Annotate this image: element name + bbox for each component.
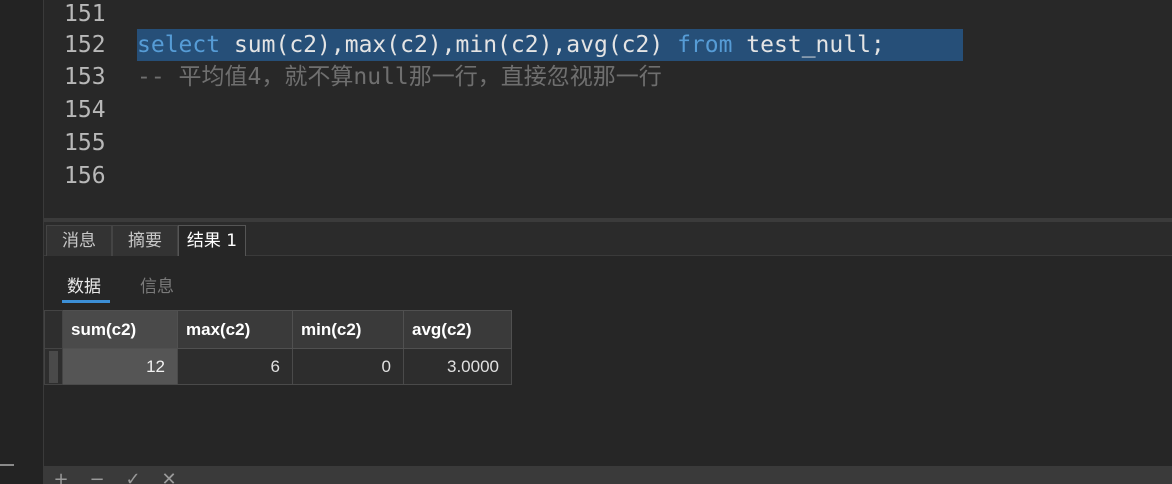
tab-messages[interactable]: 消息 — [46, 225, 112, 256]
line-number: 154 — [64, 97, 106, 123]
result-tabbar: 消息 摘要 结果 1 — [44, 222, 1172, 256]
table-row[interactable]: 12 6 0 3.0000 — [44, 348, 512, 385]
discard-icon[interactable]: ✕ — [158, 466, 180, 484]
active-subtab-indicator — [62, 300, 110, 303]
table-cell[interactable]: 0 — [292, 348, 404, 385]
column-header[interactable]: avg(c2) — [403, 310, 512, 349]
sql-token: sum(c2),max(c2),min(c2),avg(c2) — [220, 32, 678, 58]
editor-line[interactable]: 154 — [44, 94, 1172, 127]
tab-summary[interactable]: 摘要 — [112, 225, 178, 256]
table-cell[interactable]: 6 — [177, 348, 293, 385]
left-panel-strip — [0, 0, 44, 484]
current-row-indicator — [49, 350, 58, 383]
subtab-data[interactable]: 数据 — [67, 272, 101, 297]
row-selector[interactable] — [44, 348, 63, 385]
result-grid-area: sum(c2) max(c2) min(c2) avg(c2) 12 6 0 3… — [44, 310, 1172, 466]
apply-icon[interactable]: ✓ — [122, 466, 144, 484]
tab-result-1[interactable]: 结果 1 — [178, 225, 246, 256]
sql-editor[interactable]: 151 152 select sum(c2),max(c2),min(c2),avg… — [44, 0, 1172, 218]
result-grid: sum(c2) max(c2) min(c2) avg(c2) 12 6 0 3… — [44, 310, 512, 385]
editor-line[interactable]: 155 — [44, 127, 1172, 160]
sql-token: test_null; — [732, 32, 899, 58]
column-header[interactable]: min(c2) — [292, 310, 404, 349]
line-number: 152 — [64, 32, 106, 58]
line-number: 155 — [64, 130, 106, 156]
table-cell[interactable]: 12 — [62, 348, 178, 385]
column-header[interactable]: sum(c2) — [62, 310, 178, 349]
code-text: -- 平均值4，就不算null那一行，直接忽视那一行 — [137, 61, 662, 94]
line-number: 151 — [64, 1, 106, 27]
delete-row-icon[interactable]: − — [86, 466, 108, 484]
column-header[interactable]: max(c2) — [177, 310, 293, 349]
sql-keyword: select — [137, 32, 221, 58]
editor-line[interactable]: 156 — [44, 160, 1172, 193]
code-text: select sum(c2),max(c2),min(c2),avg(c2) f… — [137, 29, 899, 62]
panel-collapse-handle[interactable] — [0, 464, 14, 466]
editor-line[interactable]: 153 -- 平均值4，就不算null那一行，直接忽视那一行 — [44, 61, 1172, 94]
add-row-icon[interactable]: + — [50, 466, 72, 484]
row-header-corner — [44, 310, 63, 349]
result-subtabs: 数据 信息 — [44, 256, 1172, 310]
sql-comment: -- 平均值4，就不算null那一行，直接忽视那一行 — [137, 64, 662, 90]
grid-toolbar: + − ✓ ✕ — [44, 466, 1172, 484]
grid-header-row: sum(c2) max(c2) min(c2) avg(c2) — [44, 310, 512, 349]
editor-line[interactable]: 151 — [44, 0, 1172, 31]
subtab-info[interactable]: 信息 — [140, 272, 174, 297]
editor-line[interactable]: 152 select sum(c2),max(c2),min(c2),avg(c2… — [44, 29, 1172, 62]
sql-keyword: from — [677, 32, 733, 58]
line-number: 156 — [64, 163, 106, 189]
line-number: 153 — [64, 64, 106, 90]
table-cell[interactable]: 3.0000 — [403, 348, 512, 385]
